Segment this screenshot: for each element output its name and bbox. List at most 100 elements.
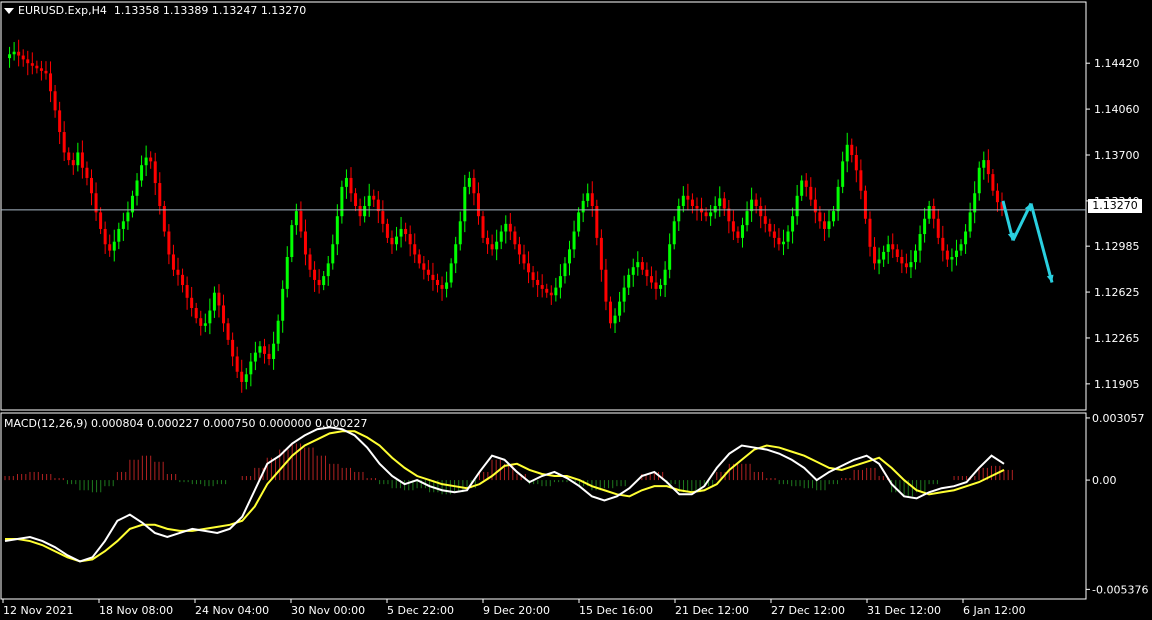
- candle-body: [135, 180, 139, 196]
- candle-body: [149, 157, 153, 162]
- candle-body: [941, 237, 945, 251]
- candle-body: [222, 305, 226, 324]
- candle-body: [536, 279, 540, 286]
- macd-y-tick-label: 0.00: [1092, 474, 1117, 487]
- candle-body: [904, 263, 908, 268]
- candle-body: [121, 221, 125, 229]
- candle-body: [495, 241, 499, 250]
- candle-body: [212, 292, 216, 311]
- candle-body: [85, 167, 89, 178]
- candle-body: [581, 200, 585, 213]
- candle-body: [522, 254, 526, 264]
- candle-body: [294, 211, 298, 226]
- price-y-tick-label: 1.13700: [1094, 149, 1140, 162]
- candle-body: [281, 288, 285, 321]
- candle-body: [176, 269, 180, 275]
- price-chart[interactable]: 1.144201.140601.137001.133401.129851.126…: [0, 0, 1152, 620]
- candle-body: [299, 211, 303, 232]
- candle-body: [631, 267, 635, 275]
- candle-body: [572, 231, 576, 250]
- candle-body: [208, 310, 212, 324]
- candle-body: [481, 216, 485, 238]
- candle-body: [108, 244, 112, 251]
- candle-body: [171, 254, 175, 270]
- candle-body: [167, 231, 171, 255]
- candle-body: [722, 198, 726, 209]
- candle-body: [53, 91, 57, 111]
- candle-body: [331, 244, 335, 264]
- price-y-tick-label: 1.12985: [1094, 240, 1140, 253]
- x-tick-label: 18 Nov 08:00: [99, 604, 173, 617]
- candle-body: [959, 244, 963, 251]
- candle-body: [686, 195, 690, 200]
- price-y-tick-label: 1.11905: [1094, 378, 1140, 391]
- macd-y-tick-label: -0.005376: [1092, 583, 1148, 596]
- candle-body: [399, 228, 403, 237]
- candle-body: [836, 186, 840, 212]
- candle-body: [99, 212, 103, 229]
- candle-body: [395, 236, 399, 245]
- candle-body: [12, 51, 16, 55]
- candle-body: [932, 206, 936, 219]
- candle-body: [454, 244, 458, 264]
- candle-body: [695, 206, 699, 209]
- candle-body: [335, 216, 339, 245]
- candle-body: [554, 287, 558, 296]
- macd-signal-line: [5, 430, 1005, 563]
- candle-body: [203, 323, 207, 326]
- candle-body: [89, 177, 93, 194]
- candle-body: [317, 279, 321, 286]
- candle-body: [763, 216, 767, 224]
- candle-body: [58, 110, 62, 133]
- candle-body: [440, 285, 444, 289]
- candle-body: [964, 231, 968, 245]
- candle-body: [44, 70, 48, 74]
- candle-body: [385, 223, 389, 238]
- candle-body: [458, 221, 462, 245]
- candle-body: [340, 186, 344, 217]
- candle-body: [194, 308, 198, 319]
- candle-body: [285, 257, 289, 289]
- candle-body: [322, 276, 326, 286]
- candle-body: [709, 212, 713, 217]
- candle-body: [262, 346, 266, 354]
- x-tick-label: 5 Dec 22:00: [387, 604, 454, 617]
- candle-body: [818, 212, 822, 222]
- candle-body: [158, 183, 162, 206]
- candle-body: [772, 231, 776, 238]
- macd-y-tick-label: 0.003057: [1092, 412, 1145, 425]
- candle-body: [267, 353, 271, 359]
- candle-body: [76, 152, 80, 166]
- candle-body: [67, 152, 71, 161]
- candle-body: [308, 254, 312, 270]
- price-y-tick-label: 1.14420: [1094, 57, 1140, 70]
- candle-body: [508, 223, 512, 232]
- candle-body: [35, 65, 39, 69]
- candle-body: [272, 343, 276, 359]
- candle-body: [435, 279, 439, 286]
- candle-body: [663, 269, 667, 286]
- candle-body: [945, 250, 949, 260]
- candle-body: [586, 193, 590, 201]
- candle-body: [568, 249, 572, 264]
- candle-body: [918, 234, 922, 251]
- candle-body: [404, 228, 408, 235]
- candle-body: [795, 195, 799, 217]
- candle-body: [700, 208, 704, 213]
- candle-body: [654, 282, 658, 289]
- candle-body: [39, 68, 43, 71]
- candle-body: [349, 177, 353, 194]
- candle-body: [244, 374, 248, 382]
- candle-body: [936, 218, 940, 238]
- x-tick-label: 21 Dec 12:00: [675, 604, 749, 617]
- candle-body: [841, 161, 845, 187]
- candle-body: [445, 282, 449, 289]
- candle-body: [181, 274, 185, 286]
- candle-body: [199, 318, 203, 326]
- x-tick-label: 15 Dec 16:00: [579, 604, 653, 617]
- candle-body: [645, 269, 649, 277]
- x-tick-label: 12 Nov 2021: [3, 604, 73, 617]
- candle-body: [914, 250, 918, 263]
- candle-body: [549, 292, 553, 296]
- candle-body: [417, 254, 421, 264]
